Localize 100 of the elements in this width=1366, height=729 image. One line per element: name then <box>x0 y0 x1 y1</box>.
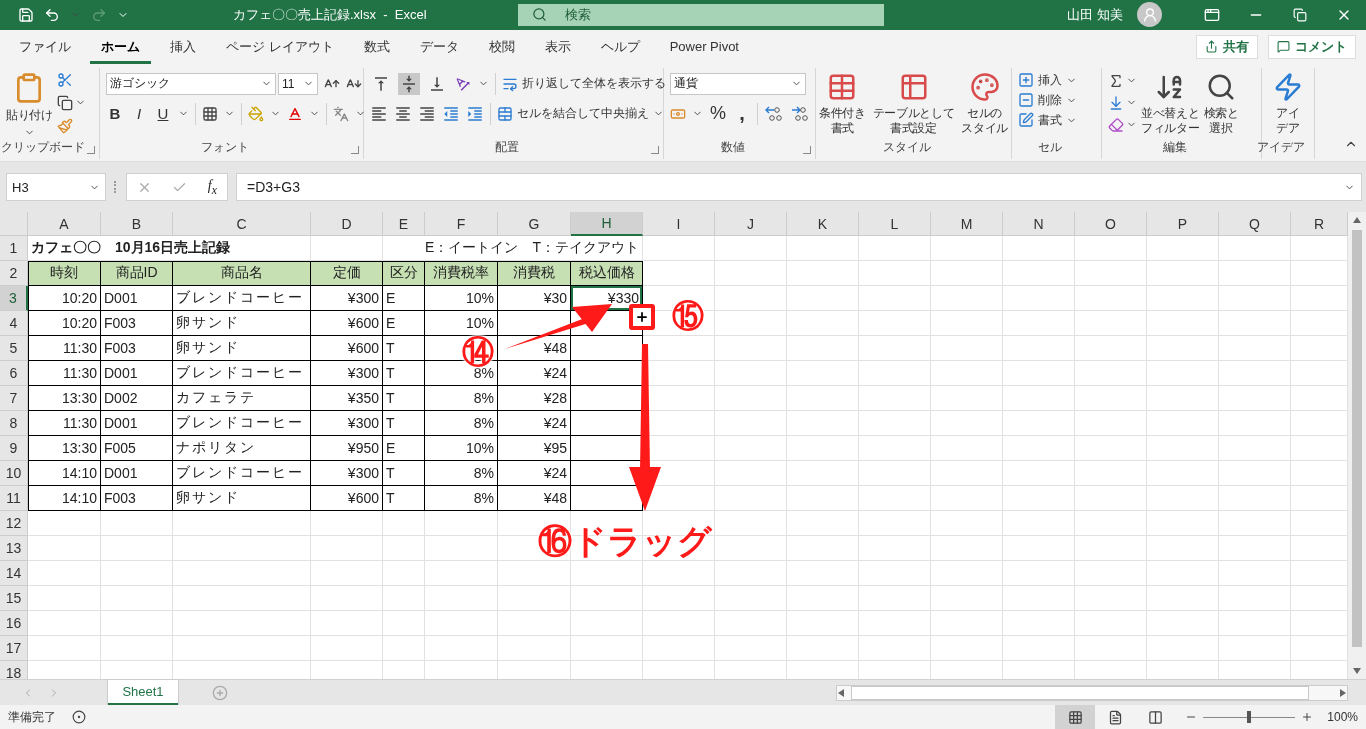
save-icon[interactable] <box>18 6 34 23</box>
column-header[interactable]: K <box>787 212 859 236</box>
scrollbar-thumb[interactable] <box>1352 230 1362 647</box>
row-header[interactable]: 4 <box>0 311 28 336</box>
scrollbar-thumb[interactable] <box>851 685 1309 700</box>
row-header[interactable]: 9 <box>0 436 28 461</box>
scroll-left-icon[interactable] <box>837 688 845 697</box>
dialog-launcher-icon[interactable] <box>351 146 359 155</box>
fill-color-icon[interactable] <box>248 105 264 122</box>
increase-indent-icon[interactable] <box>466 104 484 123</box>
font-size-field[interactable]: 11 <box>278 72 318 95</box>
cut-icon[interactable] <box>56 71 73 88</box>
fill-icon[interactable] <box>1108 94 1124 111</box>
number-format-field[interactable]: 通貨 <box>670 72 806 95</box>
middle-align-icon[interactable] <box>398 72 420 95</box>
row-header[interactable]: 3 <box>0 286 28 311</box>
column-header[interactable]: J <box>715 212 787 236</box>
row-header[interactable]: 11 <box>0 486 28 511</box>
avatar-icon[interactable] <box>1137 2 1162 28</box>
row-header[interactable]: 17 <box>0 636 28 661</box>
menu-tab[interactable]: データ <box>408 29 470 64</box>
row-header[interactable]: 1 <box>0 236 28 261</box>
row-header[interactable]: 7 <box>0 386 28 411</box>
row-header[interactable]: 6 <box>0 361 28 386</box>
column-header[interactable]: A <box>28 212 101 236</box>
bold-button[interactable]: B <box>106 105 124 123</box>
undo-icon[interactable] <box>44 6 60 23</box>
column-header[interactable]: D <box>311 212 383 236</box>
menu-tab[interactable]: ページ レイアウト <box>215 29 345 64</box>
row-header[interactable]: 13 <box>0 536 28 561</box>
column-header[interactable]: O <box>1075 212 1147 236</box>
column-header[interactable]: C <box>173 212 311 236</box>
borders-icon[interactable] <box>202 105 218 122</box>
row-header[interactable]: 16 <box>0 611 28 636</box>
ribbon-display-icon[interactable] <box>1204 6 1220 23</box>
wrap-text-button[interactable]: 折り返して全体を表示する <box>502 75 666 93</box>
font-color-icon[interactable] <box>287 105 303 122</box>
name-box[interactable]: H3 <box>6 173 106 202</box>
menu-tab[interactable]: 数式 <box>352 29 401 64</box>
column-header[interactable]: Q <box>1219 212 1291 236</box>
normal-view-icon[interactable] <box>1055 705 1096 729</box>
column-header[interactable]: R <box>1291 212 1348 236</box>
insert-function-button[interactable]: f$_{x}$ <box>207 177 217 197</box>
row-header[interactable]: 18 <box>0 661 28 679</box>
decrease-decimal-icon[interactable] <box>790 104 810 123</box>
increase-decimal-icon[interactable] <box>764 104 784 123</box>
menu-tab[interactable]: 挿入 <box>159 29 207 64</box>
add-sheet-icon[interactable] <box>212 684 228 701</box>
scroll-down-icon[interactable] <box>1353 667 1361 675</box>
find-select-button[interactable]: 検索と 選択 <box>1203 67 1239 140</box>
column-header[interactable]: L <box>859 212 931 236</box>
comma-button[interactable]: , <box>733 102 751 126</box>
column-header[interactable]: F <box>425 212 498 236</box>
row-header[interactable]: 15 <box>0 586 28 611</box>
style-button[interactable]: 条件付き 書式 <box>819 67 866 140</box>
phonetic-icon[interactable] <box>333 105 349 122</box>
menu-tab[interactable]: 校閲 <box>477 29 526 64</box>
align-center-icon[interactable] <box>394 104 412 123</box>
row-header[interactable]: 5 <box>0 336 28 361</box>
align-left-icon[interactable] <box>370 104 388 123</box>
scroll-right-icon[interactable] <box>1339 688 1347 697</box>
sheet-tab[interactable]: Sheet1 <box>108 680 178 705</box>
copy-icon[interactable] <box>56 94 73 111</box>
column-header[interactable]: H <box>571 212 643 236</box>
zoom-in-icon[interactable] <box>1301 711 1314 723</box>
row-header[interactable]: 14 <box>0 561 28 586</box>
font-name-field[interactable]: 游ゴシック <box>106 72 276 95</box>
row-header[interactable]: 8 <box>0 411 28 436</box>
row-header[interactable]: 12 <box>0 511 28 536</box>
share-button[interactable]: 共有 <box>1196 34 1258 59</box>
italic-button[interactable]: I <box>130 105 148 123</box>
column-header[interactable]: I <box>643 212 715 236</box>
menu-tab[interactable]: ファイル <box>8 29 82 64</box>
column-header[interactable]: M <box>931 212 1003 236</box>
cells-button[interactable]: 書式 <box>1018 111 1077 129</box>
ideas-button[interactable]: アイ デア <box>1273 67 1303 140</box>
row-header[interactable]: 10 <box>0 461 28 486</box>
align-right-icon[interactable] <box>418 104 436 123</box>
row-header[interactable]: 2 <box>0 261 28 286</box>
menu-tab[interactable]: Power Pivot <box>658 29 750 64</box>
autosum-icon[interactable] <box>1108 72 1124 89</box>
column-header[interactable]: G <box>498 212 571 236</box>
column-header[interactable]: B <box>101 212 173 236</box>
dialog-launcher-icon[interactable] <box>803 146 811 155</box>
menu-tab[interactable]: 表示 <box>533 29 582 64</box>
restore-icon[interactable] <box>1293 7 1307 22</box>
cells-button[interactable]: 削除 <box>1018 91 1077 109</box>
menu-tab[interactable]: ヘルプ <box>589 29 651 64</box>
fill-handle-icon[interactable] <box>629 304 655 330</box>
merge-center-button[interactable]: セルを結合して中央揃え <box>497 105 664 123</box>
scroll-up-icon[interactable] <box>1353 216 1361 224</box>
column-header[interactable]: E <box>383 212 425 236</box>
eraser-icon[interactable] <box>1108 116 1124 133</box>
cells-button[interactable]: 挿入 <box>1018 71 1077 89</box>
style-button[interactable]: テーブルとして 書式設定 <box>872 67 955 140</box>
underline-button[interactable]: U <box>154 105 172 123</box>
zoom-thumb[interactable] <box>1247 711 1252 723</box>
formula-field[interactable]: =D3+G3 <box>236 173 1362 202</box>
macro-record-icon[interactable] <box>72 710 86 724</box>
comment-button[interactable]: コメント <box>1268 34 1356 59</box>
